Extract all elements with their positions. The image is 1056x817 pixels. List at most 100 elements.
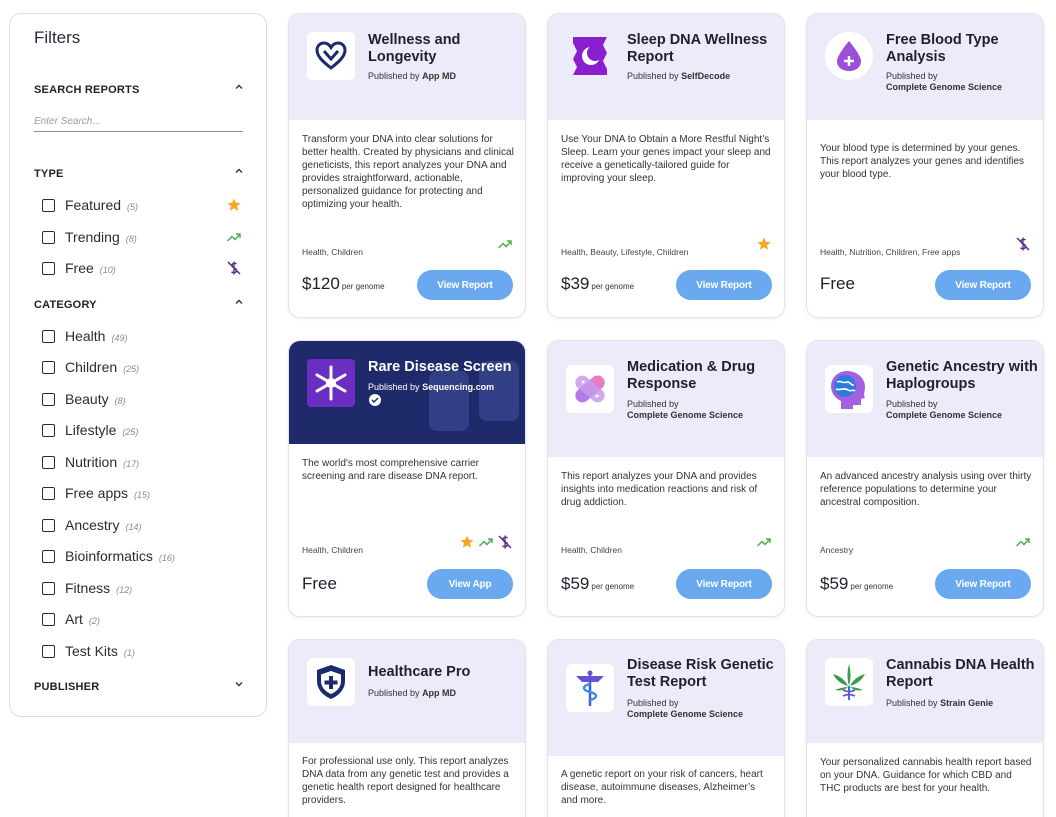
filter-test-kits[interactable]: Test Kits (1) [42, 642, 242, 660]
ancestry-head-logo [825, 365, 873, 413]
filter-featured[interactable]: Featured (5) [42, 196, 242, 214]
category-section-toggle[interactable]: CATEGORY [34, 299, 244, 311]
type-section-toggle[interactable]: TYPE [34, 168, 244, 180]
category-checkbox[interactable] [42, 549, 55, 563]
category-checkbox[interactable] [42, 644, 55, 658]
disease-risk-logo [566, 664, 614, 712]
view-report-button[interactable]: View Report [676, 569, 772, 599]
card-title: Cannabis DNA Health Report [886, 657, 1035, 690]
free-checkbox[interactable] [42, 261, 55, 275]
filter-count: (8) [114, 395, 126, 406]
chevron-up-icon [235, 168, 243, 173]
chevron-up-icon [235, 299, 243, 304]
card-title: Healthcare Pro [368, 664, 471, 680]
category-checkbox[interactable] [42, 423, 55, 437]
view-report-button[interactable]: View Report [935, 569, 1031, 599]
filter-trending[interactable]: Trending (8) [42, 228, 242, 246]
card-publisher: Published by Sequencing.com [368, 382, 495, 392]
filters-sidebar: Filters SEARCH REPORTS TYPE Featured (5)… [9, 13, 267, 717]
filter-bioinformatics[interactable]: Bioinformatics (16) [42, 547, 242, 565]
publisher-heading: PUBLISHER [34, 681, 100, 693]
category-checkbox[interactable] [42, 612, 55, 626]
category-checkbox[interactable] [42, 329, 55, 343]
card-publisher: Published by App MD [368, 688, 457, 698]
sequencing-logo [307, 359, 355, 407]
report-card[interactable]: Medication & Drug Response Published by C… [547, 340, 785, 617]
filter-count: (17) [123, 458, 140, 469]
search-input[interactable] [34, 112, 243, 132]
filter-nutrition[interactable]: Nutrition (17) [42, 453, 242, 471]
trending-icon [497, 240, 512, 249]
card-title: Genetic Ancestry with Haplogroups [886, 359, 1038, 392]
category-checkbox[interactable] [42, 455, 55, 469]
featured-star-icon [227, 198, 241, 211]
filter-lifestyle[interactable]: Lifestyle (25) [42, 421, 242, 439]
card-publisher: Published by Complete Genome Science [627, 399, 744, 420]
card-price: $59 per genome [561, 574, 635, 593]
filter-art[interactable]: Art (2) [42, 610, 242, 628]
featured-star-icon [460, 535, 474, 548]
card-publisher: Published by Strain Genie [886, 698, 994, 708]
filter-health[interactable]: Health (49) [42, 327, 242, 345]
filter-label: Lifestyle [65, 422, 117, 438]
filter-fitness[interactable]: Fitness (12) [42, 579, 242, 597]
category-checkbox[interactable] [42, 518, 55, 532]
view-report-button[interactable]: View Report [676, 270, 772, 300]
featured-checkbox[interactable] [42, 198, 55, 212]
trending-icon [226, 233, 241, 242]
view-report-button[interactable]: View Report [417, 270, 513, 300]
category-checkbox[interactable] [42, 392, 55, 406]
card-tags: Health, Children [561, 545, 622, 555]
filter-label: Fitness [65, 580, 111, 596]
filter-label: Featured [65, 197, 122, 213]
verified-badge-icon [369, 394, 381, 406]
type-heading: TYPE [34, 168, 64, 180]
filter-children[interactable]: Children (25) [42, 358, 242, 376]
filter-count: (5) [127, 201, 139, 212]
filter-count: (16) [158, 552, 175, 563]
trending-checkbox[interactable] [42, 230, 55, 244]
strain-genie-logo [825, 658, 873, 706]
app-md-logo [307, 32, 355, 80]
report-card[interactable]: Disease Risk Genetic Test Report Publish… [547, 639, 785, 817]
filter-count: (25) [122, 426, 139, 437]
report-card[interactable]: Wellness and Longevity Published by App … [288, 13, 526, 318]
card-title: Disease Risk Genetic Test Report [627, 657, 774, 690]
card-publisher: Published by Complete Genome Science [886, 71, 1003, 92]
card-description: The world's most comprehensive carrier s… [302, 458, 479, 482]
medication-logo [566, 365, 614, 413]
filter-label: Ancestry [65, 517, 120, 533]
card-price: Free [820, 274, 855, 293]
filter-ancestry[interactable]: Ancestry (14) [42, 516, 242, 534]
trending-icon [478, 538, 493, 547]
report-card[interactable]: Cannabis DNA Health Report Published by … [806, 639, 1044, 817]
card-description: Your personalized cannabis health report… [820, 757, 1032, 794]
card-price: $59 per genome [820, 574, 894, 593]
chevron-up-icon [235, 84, 243, 89]
filter-label: Test Kits [65, 643, 118, 659]
trending-icon [1015, 538, 1030, 547]
report-card[interactable]: Sleep DNA Wellness Report Published by S… [547, 13, 785, 318]
report-card[interactable]: Genetic Ancestry with Haplogroups Publis… [806, 340, 1044, 617]
report-card[interactable]: Rare Disease Screen Published by Sequenc… [288, 340, 526, 617]
view-app-button[interactable]: View App [427, 569, 513, 599]
card-title: Wellness and Longevity [368, 32, 461, 65]
category-heading: CATEGORY [34, 299, 97, 311]
publisher-section-toggle[interactable]: PUBLISHER [34, 681, 244, 693]
filter-count: (1) [123, 647, 135, 658]
category-checkbox[interactable] [42, 486, 55, 500]
category-checkbox[interactable] [42, 581, 55, 595]
filter-beauty[interactable]: Beauty (8) [42, 390, 242, 408]
search-reports-section-toggle[interactable]: SEARCH REPORTS [34, 84, 244, 96]
filter-free-apps[interactable]: Free apps (15) [42, 484, 242, 502]
filter-label: Nutrition [65, 454, 118, 470]
report-card[interactable]: Free Blood Type Analysis Published by Com… [806, 13, 1044, 318]
filter-count: (10) [99, 264, 116, 275]
filter-count: (15) [134, 489, 151, 500]
view-report-button[interactable]: View Report [935, 270, 1031, 300]
category-checkbox[interactable] [42, 360, 55, 374]
card-title: Rare Disease Screen [368, 359, 512, 375]
filters-title: Filters [34, 28, 81, 47]
report-card[interactable]: Healthcare Pro Published by App MD For p… [288, 639, 526, 817]
filter-free[interactable]: Free (10) [42, 259, 242, 277]
